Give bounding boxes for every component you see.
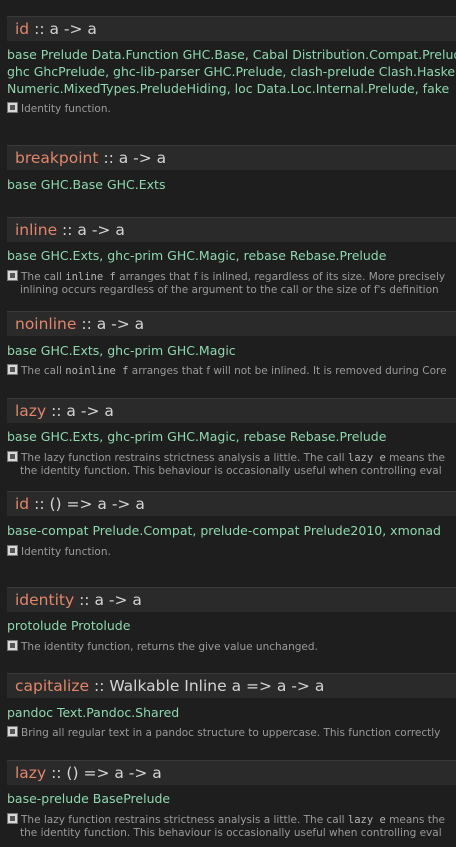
expand-doc-icon[interactable] [7, 364, 18, 375]
package-list[interactable]: base-compat Prelude.Compat, prelude-comp… [7, 522, 456, 539]
doc-line: The lazy function restrains strictness a… [7, 451, 456, 465]
package-line[interactable]: pandoc Text.Pandoc.Shared [7, 704, 456, 721]
doc-line: The identity function, returns the give … [7, 640, 456, 654]
function-name-link[interactable]: lazy [15, 402, 46, 420]
package-line[interactable]: base-compat Prelude.Compat, prelude-comp… [7, 522, 456, 539]
type-signature: :: Walkable Inline a => a -> a [93, 677, 325, 695]
result-signature: lazy :: a -> a [7, 398, 456, 423]
function-name-link[interactable]: identity [15, 591, 74, 609]
doc-line: Identity function. [7, 102, 456, 116]
doc-summary[interactable]: Identity function. [7, 545, 456, 559]
expand-doc-icon[interactable] [7, 545, 18, 556]
doc-summary[interactable]: The identity function, returns the give … [7, 640, 456, 654]
function-name-link[interactable]: id [15, 20, 29, 38]
package-list[interactable]: base-prelude BasePrelude [7, 790, 456, 807]
doc-summary[interactable]: The call inline f arranges that f is inl… [7, 270, 456, 296]
type-signature: :: a -> a [103, 149, 167, 167]
package-line[interactable]: base-prelude BasePrelude [7, 790, 456, 807]
doc-summary[interactable]: The lazy function restrains strictness a… [7, 813, 456, 839]
result-signature: noinline :: a -> a [7, 311, 456, 336]
result-signature: capitalize :: Walkable Inline a => a -> … [7, 673, 456, 698]
type-signature: :: a -> a [81, 315, 145, 333]
doc-summary[interactable]: Bring all regular text in a pandoc struc… [7, 726, 456, 740]
result-signature: id :: a -> a [7, 16, 456, 41]
doc-line: the identity function. This behaviour is… [20, 826, 442, 839]
type-signature: :: a -> a [62, 221, 125, 239]
package-list[interactable]: protolude Protolude [7, 617, 456, 634]
doc-summary[interactable]: The lazy function restrains strictness a… [7, 451, 456, 477]
package-line[interactable]: base GHC.Base GHC.Exts [7, 176, 456, 193]
type-signature: :: a -> a [51, 402, 114, 420]
expand-doc-icon[interactable] [7, 640, 18, 651]
type-signature: :: a -> a [34, 20, 97, 38]
function-name-link[interactable]: breakpoint [15, 149, 98, 167]
package-line[interactable]: base GHC.Exts, ghc-prim GHC.Magic, rebas… [7, 428, 456, 445]
function-name-link[interactable]: noinline [15, 315, 76, 333]
doc-summary[interactable]: Identity function. [7, 102, 456, 116]
result-signature: id :: () => a -> a [7, 491, 456, 516]
package-list[interactable]: base GHC.Exts, ghc-prim GHC.Magic, rebas… [7, 428, 456, 445]
result-signature: identity :: a -> a [7, 587, 456, 612]
package-list[interactable]: base GHC.Base GHC.Exts [7, 176, 456, 193]
function-name-link[interactable]: lazy [15, 764, 46, 782]
expand-doc-icon[interactable] [7, 813, 18, 824]
expand-doc-icon[interactable] [7, 726, 18, 737]
function-name-link[interactable]: inline [15, 221, 57, 239]
result-signature: lazy :: () => a -> a [7, 760, 456, 785]
doc-line: the identity function. This behaviour is… [20, 464, 442, 477]
doc-line: The lazy function restrains strictness a… [7, 813, 456, 827]
function-name-link[interactable]: capitalize [15, 677, 89, 695]
package-line[interactable]: base GHC.Exts, ghc-prim GHC.Magic [7, 342, 456, 359]
result-signature: inline :: a -> a [7, 217, 456, 242]
package-list[interactable]: base GHC.Exts, ghc-prim GHC.Magic, rebas… [7, 247, 456, 264]
doc-summary[interactable]: The call noinline f arranges that f will… [7, 364, 456, 378]
doc-line: The call inline f arranges that f is inl… [7, 270, 456, 284]
package-list[interactable]: base Prelude Data.Function GHC.Base, Cab… [7, 46, 456, 97]
expand-doc-icon[interactable] [7, 102, 18, 113]
doc-line: The call noinline f arranges that f will… [7, 364, 456, 378]
package-line[interactable]: protolude Protolude [7, 617, 456, 634]
type-signature: :: a -> a [79, 591, 142, 609]
expand-doc-icon[interactable] [7, 451, 18, 462]
package-list[interactable]: base GHC.Exts, ghc-prim GHC.Magic [7, 342, 456, 359]
type-signature: :: () => a -> a [51, 764, 162, 782]
package-list[interactable]: pandoc Text.Pandoc.Shared [7, 704, 456, 721]
result-signature: breakpoint :: a -> a [7, 145, 456, 170]
package-line[interactable]: base Prelude Data.Function GHC.Base, Cab… [7, 46, 456, 63]
package-line[interactable]: base GHC.Exts, ghc-prim GHC.Magic, rebas… [7, 247, 456, 264]
expand-doc-icon[interactable] [7, 270, 18, 281]
function-name-link[interactable]: id [15, 495, 29, 513]
package-line[interactable]: Numeric.MixedTypes.PreludeHiding, loc Da… [7, 80, 456, 97]
package-line[interactable]: ghc GhcPrelude, ghc-lib-parser GHC.Prelu… [7, 63, 456, 80]
doc-line: Identity function. [7, 545, 456, 559]
doc-line: Bring all regular text in a pandoc struc… [7, 726, 456, 740]
doc-line: inlining occurs regardless of the argume… [20, 283, 439, 296]
type-signature: :: () => a -> a [34, 495, 145, 513]
